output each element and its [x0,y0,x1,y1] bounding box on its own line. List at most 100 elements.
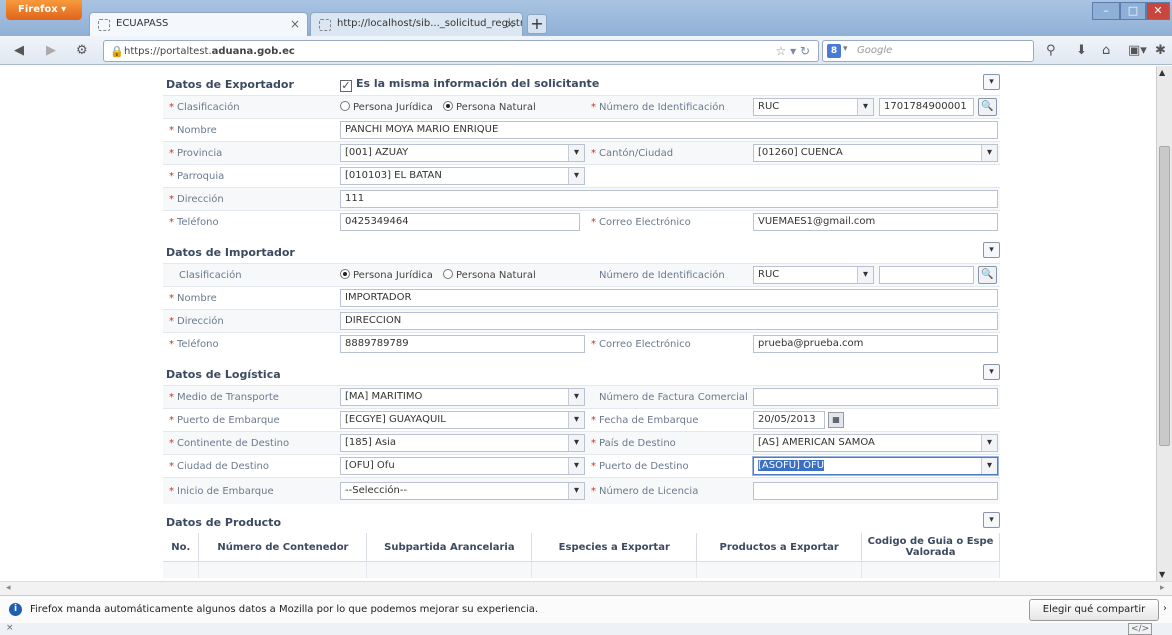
importador-title: Datos de Importador [166,246,295,259]
tipo-id-select[interactable]: RUC [753,266,874,284]
importador-section: Datos de Importador ▾ Clasificación Pers… [163,241,1000,355]
search-go-icon[interactable]: ⚲ [1046,43,1056,58]
radio-persona-natural[interactable]: Persona Natural [443,269,536,281]
inicio-embarque-select[interactable]: --Selección-- [340,482,585,500]
firefox-menu-button[interactable]: Firefox ▾ [6,0,82,20]
medio-transporte-select[interactable]: [MA] MARITIMO [340,388,585,406]
checkmark-icon: ✓ [340,79,352,92]
calendar-icon[interactable]: ▦ [828,412,844,428]
column-header[interactable]: Codigo de Guia o Espe Valorada [861,533,1000,562]
num-id-input[interactable]: 1701784900001 [879,98,974,116]
ciudad-destino-select[interactable]: [OFU] Ofu [340,457,585,475]
maximize-window-button[interactable]: □ [1120,2,1146,20]
url-text: https://portaltest.aduana.gob.ec [124,46,295,57]
search-bar[interactable]: 8 ▾ Google [822,40,1034,62]
close-addon-bar-icon[interactable]: × [6,623,14,633]
horizontal-scrollbar[interactable]: ◂ ▸ [0,581,1172,595]
notification-text: Firefox manda automáticamente algunos da… [30,604,539,615]
forward-icon[interactable]: ▶ [46,43,56,58]
home-icon[interactable]: ⌂ [1102,43,1110,58]
choose-share-button[interactable]: Elegir qué compartir [1029,599,1159,621]
fecha-embarque-input[interactable]: 20/05/2013 [753,411,825,429]
collapse-producto-button[interactable]: ▾ [983,512,1000,528]
radio-persona-natural[interactable]: Persona Natural [443,101,536,113]
nombre-input[interactable]: IMPORTADOR [340,289,998,307]
direccion-input[interactable]: 111 [340,190,998,208]
tipo-id-select[interactable]: RUC [753,98,874,116]
page-favicon-icon [98,19,110,31]
close-window-button[interactable]: ✕ [1146,2,1170,20]
same-info-label: Es la misma información del solicitante [356,77,600,90]
factura-input[interactable] [753,388,998,406]
page-content: Datos de Exportador ✓ Es la misma informa… [0,66,1155,581]
pais-destino-select[interactable]: [AS] AMERICAN SAMOA [753,434,998,452]
licencia-input[interactable] [753,482,998,500]
telefono-input[interactable]: 0425349464 [340,213,580,231]
scroll-up-icon[interactable]: ▲ [1159,68,1165,77]
scroll-right-icon[interactable]: ▸ [1160,583,1165,593]
search-icon[interactable]: 🔍 [978,98,997,116]
tab-title: http://localhost/sib..._solicitud_regist… [337,18,523,29]
producto-table: No. Número de Contenedor Subpartida Aran… [163,533,1000,578]
nombre-input[interactable]: PANCHI MOYA MARIO ENRIQUE [340,121,998,139]
column-header[interactable]: Número de Contenedor [198,533,368,562]
navigation-toolbar: ◀ ▶ ⚙ 🔒 https://portaltest.aduana.gob.ec… [0,36,1172,65]
developer-tools-icon[interactable]: </> [1128,623,1153,635]
scroll-down-icon[interactable]: ▼ [1159,570,1165,579]
parroquia-select[interactable]: [010103] EL BATAN [340,167,585,185]
vertical-scrollbar[interactable]: ▲ ▼ [1156,66,1172,581]
num-id-label: Número de Identificación [599,270,725,281]
num-id-input[interactable] [879,266,974,284]
provincia-select[interactable]: [001] AZUAY [340,144,585,162]
collapse-exportador-button[interactable]: ▾ [983,74,1000,90]
firefox-menu-label: Firefox [18,4,58,15]
google-icon: 8 [827,44,841,58]
close-tab-icon[interactable]: × [290,17,300,31]
correo-input[interactable]: VUEMAES1@gmail.com [753,213,998,231]
continente-select[interactable]: [185] Asia [340,434,585,452]
correo-input[interactable]: prueba@prueba.com [753,335,998,353]
column-header[interactable]: Subpartida Arancelaria [366,533,533,562]
identity-icon[interactable]: ⚙ [76,43,88,58]
star-icon[interactable]: ☆ ▾ ↻ [776,44,810,58]
tab-localhost[interactable]: http://localhost/sib..._solicitud_regist… [310,12,523,36]
puerto-embarque-select[interactable]: [ECGYE] GUAYAQUIL [340,411,585,429]
notification-bar: i Firefox manda automáticamente algunos … [0,595,1172,623]
column-header[interactable]: Productos a Exportar [696,533,863,562]
download-icon[interactable]: ⬇ [1076,43,1087,58]
column-header[interactable]: No. [163,533,200,562]
producto-title: Datos de Producto [166,516,281,529]
lock-icon: 🔒 [110,45,124,58]
minimize-window-button[interactable]: – [1092,2,1120,20]
radio-persona-juridica[interactable]: Persona Jurídica [340,101,433,113]
search-icon[interactable]: 🔍 [978,266,997,284]
bookmarks-icon[interactable]: ▣▾ [1128,43,1147,58]
producto-section: Datos de Producto ▾ [163,511,1000,533]
column-header[interactable]: Especies a Exportar [531,533,698,562]
logistica-section: Datos de Logística ▾ * Medio de Transport… [163,363,1000,504]
close-notification-icon[interactable]: › [1163,603,1167,614]
puerto-destino-select[interactable]: [ASOFU] OFU [753,457,998,475]
logistica-title: Datos de Logística [166,368,281,381]
back-icon[interactable]: ◀ [14,43,24,58]
num-id-label: Número de Identificación [599,102,725,113]
addon-icon[interactable]: ✱ [1155,43,1166,58]
telefono-input[interactable]: 8889789789 [340,335,585,353]
url-bar[interactable]: 🔒 https://portaltest.aduana.gob.ec ☆ ▾ ↻ [103,40,819,62]
scroll-left-icon[interactable]: ◂ [6,583,11,593]
close-tab-icon[interactable]: × [505,17,515,31]
collapse-logistica-button[interactable]: ▾ [983,364,1000,380]
tab-ecuapass[interactable]: ECUAPASS × [89,12,308,36]
collapse-importador-button[interactable]: ▾ [983,242,1000,258]
clasificacion-label: Clasificación [179,270,242,281]
new-tab-button[interactable]: + [527,14,547,34]
canton-select[interactable]: [01260] CUENCA [753,144,998,162]
chevron-down-icon[interactable]: ▾ [843,44,848,54]
radio-persona-juridica[interactable]: Persona Jurídica [340,269,433,281]
same-info-checkbox[interactable]: ✓ Es la misma información del solicitante [340,77,599,92]
exportador-title: Datos de Exportador [166,78,294,91]
scrollbar-thumb[interactable] [1159,146,1170,446]
clasificacion-label: Clasificación [177,102,240,113]
direccion-input[interactable]: DIRECCION [340,312,998,330]
table-header-row: No. Número de Contenedor Subpartida Aran… [163,533,1000,562]
